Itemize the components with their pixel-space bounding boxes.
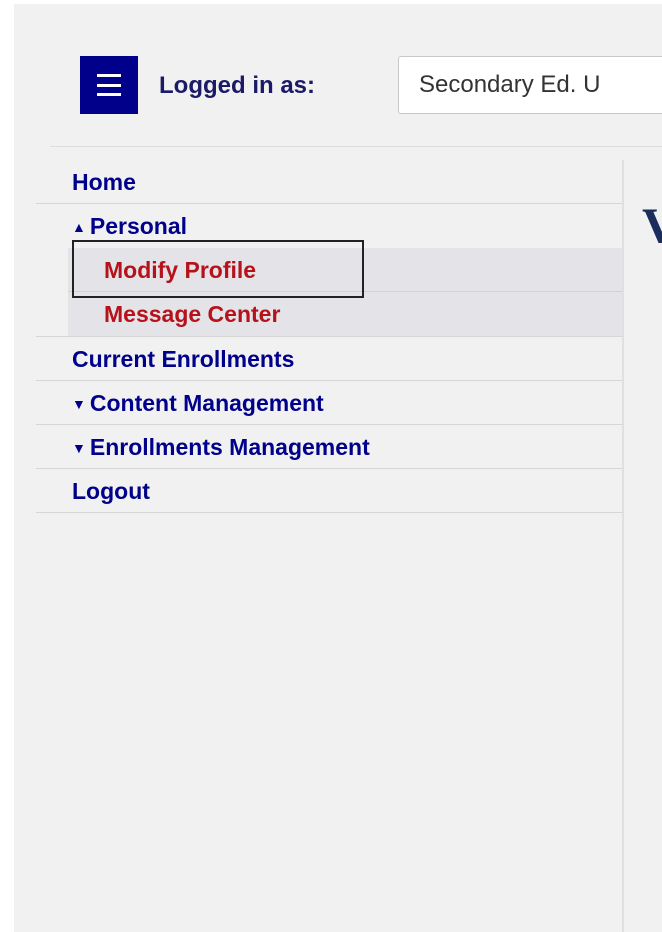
hamburger-menu-icon — [97, 74, 121, 96]
page-frame: Logged in as: Secondary Ed. U Home ▲ Pers… — [14, 4, 662, 932]
caret-down-icon: ▼ — [72, 440, 86, 456]
sidebar-nav: Home ▲ Personal Modify Profile Message Ce… — [36, 160, 624, 513]
submenu-item-label: Message Center — [104, 301, 281, 327]
submenu-item-modify-profile[interactable]: Modify Profile — [68, 248, 624, 292]
menu-toggle-button[interactable] — [80, 56, 138, 114]
personal-submenu-wrapper: Modify Profile Message Center — [36, 248, 624, 337]
role-select[interactable]: Secondary Ed. U — [398, 56, 662, 114]
sidebar-item-label: Enrollments Management — [89, 434, 370, 460]
header-divider — [50, 146, 662, 147]
sidebar-item-home[interactable]: Home — [36, 160, 624, 204]
sidebar-item-personal[interactable]: ▲ Personal — [36, 204, 624, 248]
sidebar-item-label: Content Management — [89, 390, 324, 416]
sidebar-item-label: Logout — [72, 478, 150, 504]
sidebar-item-label: Current Enrollments — [72, 346, 295, 372]
sidebar-item-current-enrollments[interactable]: Current Enrollments — [36, 337, 624, 381]
sidebar-item-label: Home — [72, 169, 136, 195]
content-divider — [622, 160, 624, 932]
header: Logged in as: Secondary Ed. U — [14, 4, 662, 144]
sidebar-item-logout[interactable]: Logout — [36, 469, 624, 513]
submenu-item-message-center[interactable]: Message Center — [68, 292, 624, 336]
sidebar-item-enrollments-management[interactable]: ▼ Enrollments Management — [36, 425, 624, 469]
sidebar-item-label: Personal — [89, 213, 188, 239]
personal-submenu: Modify Profile Message Center — [68, 248, 624, 336]
logged-in-label: Logged in as: — [159, 72, 315, 99]
submenu-item-label: Modify Profile — [104, 257, 257, 283]
sidebar-item-content-management[interactable]: ▼ Content Management — [36, 381, 624, 425]
caret-down-icon: ▼ — [72, 396, 86, 412]
content-heading: V — [642, 197, 662, 253]
caret-up-icon: ▲ — [72, 219, 86, 235]
